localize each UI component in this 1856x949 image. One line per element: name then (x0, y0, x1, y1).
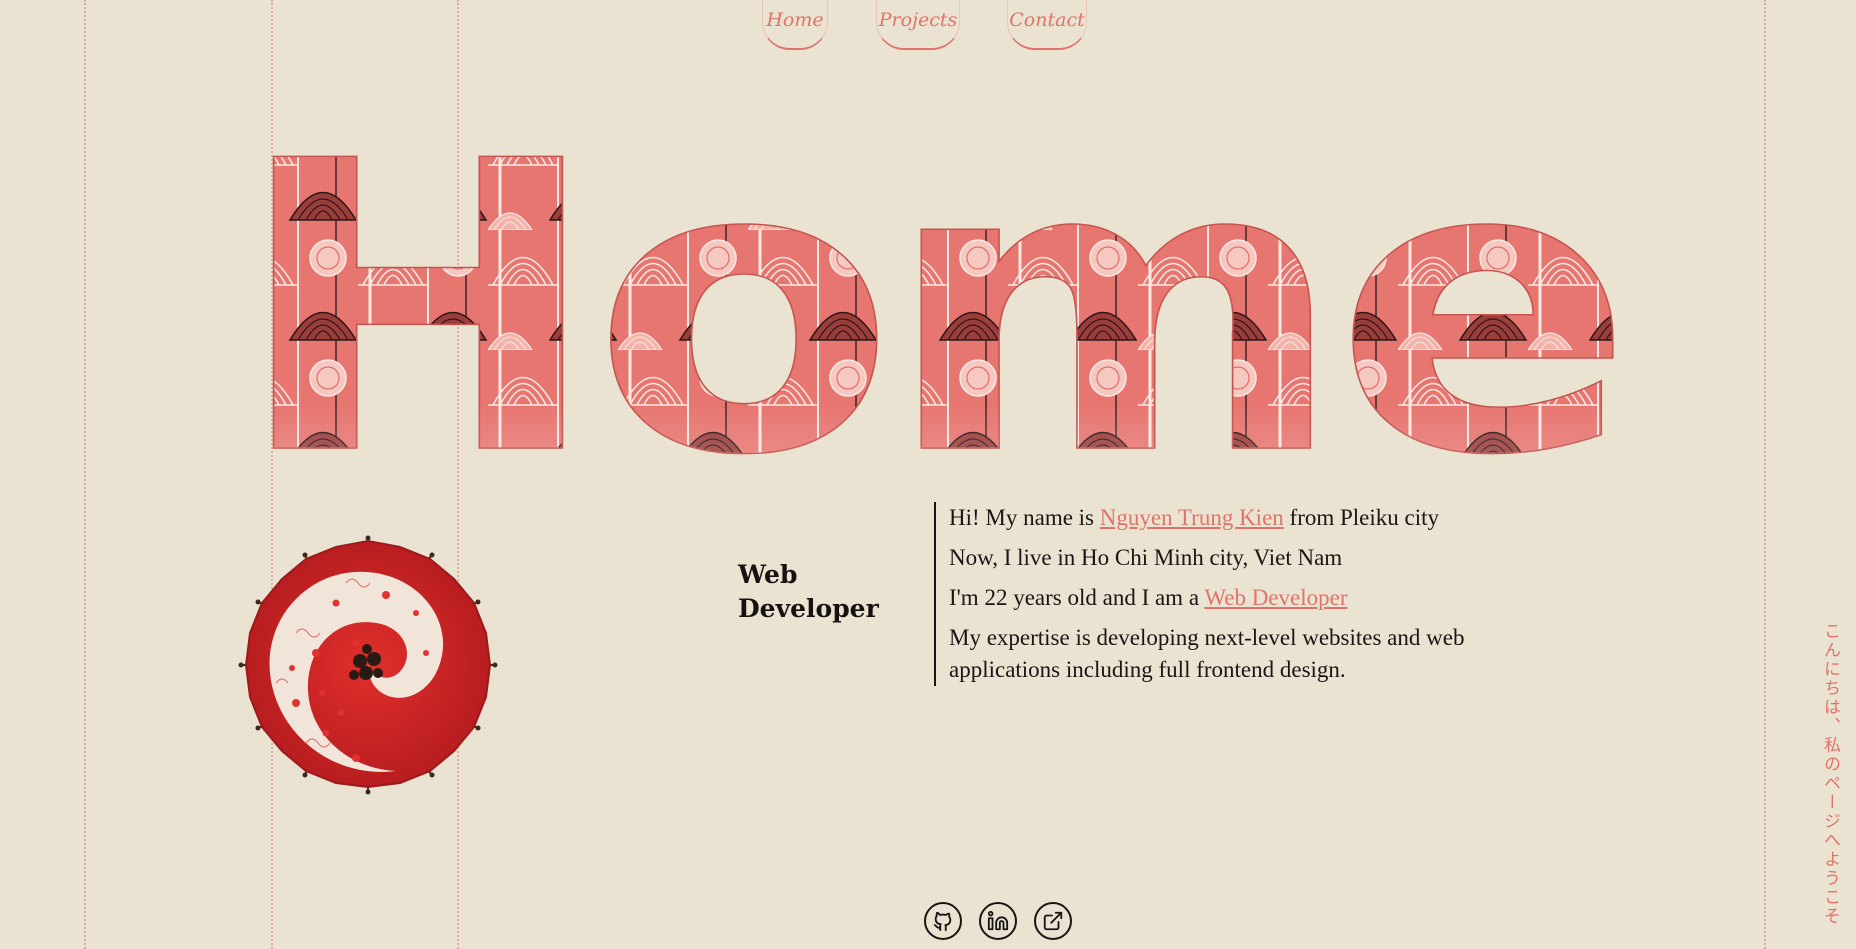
hero-title: Home Home (232, 110, 1628, 480)
umbrella-image (238, 535, 498, 795)
github-icon (933, 911, 952, 932)
social-links (924, 902, 1072, 940)
guide-line-right (1764, 0, 1766, 949)
role-line-2: Developer (738, 594, 879, 623)
guide-line-left (84, 0, 86, 949)
hero-title-shade: Home (233, 110, 1623, 480)
japanese-greeting: こんにちは、私のページへようこそ (1820, 622, 1840, 926)
intro-line-3: I'm 22 years old and I am a Web Develope… (949, 582, 1549, 614)
intro-line-1-prefix: Hi! My name is (949, 505, 1100, 530)
external-link-button[interactable] (1034, 902, 1072, 940)
intro-line-1-suffix: from Pleiku city (1283, 505, 1440, 530)
linkedin-icon (987, 910, 1009, 931)
role-line-1: Web (738, 560, 798, 589)
name-link[interactable]: Nguyen Trung Kien (1100, 505, 1284, 530)
role-heading: Web Developer (738, 558, 879, 626)
role-link[interactable]: Web Developer (1204, 585, 1347, 610)
nav-projects-link[interactable]: Projects (876, 0, 960, 50)
intro-line-2: Now, I live in Ho Chi Minh city, Viet Na… (949, 545, 1343, 570)
intro-line-1: Hi! My name is Nguyen Trung Kien from Pl… (949, 502, 1549, 534)
github-button[interactable] (924, 902, 962, 940)
linkedin-button[interactable] (979, 902, 1017, 940)
external-link-icon (1043, 911, 1063, 931)
top-nav: Home Projects Contact (0, 0, 1856, 60)
nav-home-link[interactable]: Home (762, 0, 828, 50)
intro-line-3-prefix: I'm 22 years old and I am a (949, 585, 1205, 610)
nav-contact-link[interactable]: Contact (1007, 0, 1087, 50)
intro-block: Hi! My name is Nguyen Trung Kien from Pl… (934, 502, 1549, 686)
intro-line-4: My expertise is developing next-level we… (949, 625, 1465, 682)
